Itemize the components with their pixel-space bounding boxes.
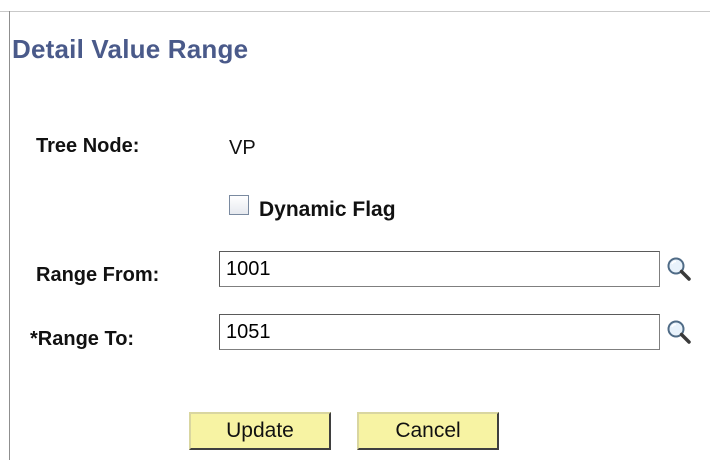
- range-to-input[interactable]: [219, 314, 660, 350]
- update-button[interactable]: Update: [189, 412, 331, 450]
- tree-node-label: Tree Node:: [36, 135, 140, 157]
- dynamic-flag-checkbox[interactable]: [229, 195, 249, 215]
- tree-node-value: VP: [229, 137, 256, 159]
- page-title: Detail Value Range: [12, 34, 249, 64]
- cancel-button[interactable]: Cancel: [357, 412, 499, 450]
- range-to-label: *Range To:: [30, 328, 135, 350]
- top-border: [0, 11, 710, 12]
- dynamic-flag-label[interactable]: Dynamic Flag: [259, 198, 396, 222]
- left-border: [9, 11, 10, 460]
- range-from-lookup-icon[interactable]: [664, 255, 694, 285]
- range-to-lookup-icon[interactable]: [664, 318, 694, 348]
- range-from-label: Range From:: [36, 264, 160, 286]
- range-from-input[interactable]: [219, 251, 660, 287]
